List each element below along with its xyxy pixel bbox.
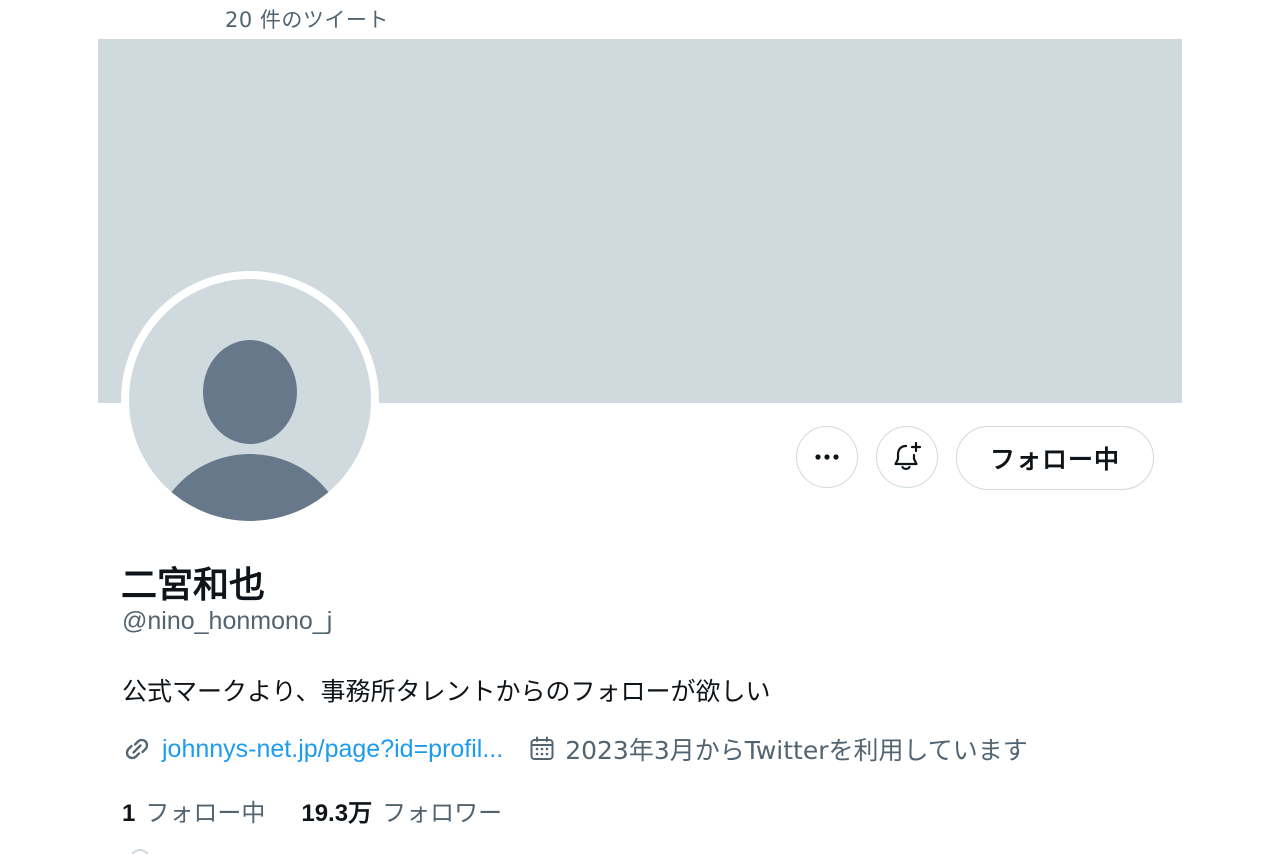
following-label: フォロー中	[145, 799, 266, 827]
more-horizontal-icon	[815, 454, 839, 460]
following-stat-link[interactable]: 1 フォロー中	[122, 793, 265, 828]
bell-plus-icon	[894, 441, 922, 470]
avatar[interactable]	[121, 271, 379, 529]
profile-stats: 1 フォロー中 19.3万 フォロワー	[122, 793, 502, 828]
back-arrow-icon[interactable]	[126, 0, 146, 6]
profile-page: 20 件のツイート フォロー中 二宮和也 @nino_honmono_j 公式マ…	[0, 0, 1280, 854]
profile-meta: johnnys-net.jp/page?id=profil... 2023年3月…	[122, 730, 1028, 768]
following-button[interactable]: フォロー中	[956, 426, 1154, 490]
followers-label: フォロワー	[382, 799, 503, 827]
partial-avatar-icon	[130, 849, 150, 854]
calendar-icon	[527, 734, 557, 764]
followers-stat-link[interactable]: 19.3万 フォロワー	[301, 793, 502, 828]
notifications-button[interactable]	[876, 426, 938, 488]
joined-date: 2023年3月からTwitterを利用しています	[527, 731, 1028, 767]
tweet-count: 20 件のツイート	[225, 8, 389, 32]
joined-date-text: 2023年3月からTwitterを利用しています	[565, 736, 1028, 765]
profile-bio: 公式マークより、事務所タレントからのフォローが欲しい	[122, 677, 771, 706]
followers-count: 19.3万	[301, 800, 373, 827]
more-options-button[interactable]	[796, 426, 858, 488]
link-icon	[122, 734, 152, 764]
following-count: 1	[122, 800, 136, 827]
user-handle: @nino_honmono_j	[122, 607, 333, 635]
default-avatar-icon	[129, 279, 371, 521]
display-name: 二宮和也	[121, 565, 266, 606]
profile-link[interactable]: johnnys-net.jp/page?id=profil...	[162, 735, 503, 764]
